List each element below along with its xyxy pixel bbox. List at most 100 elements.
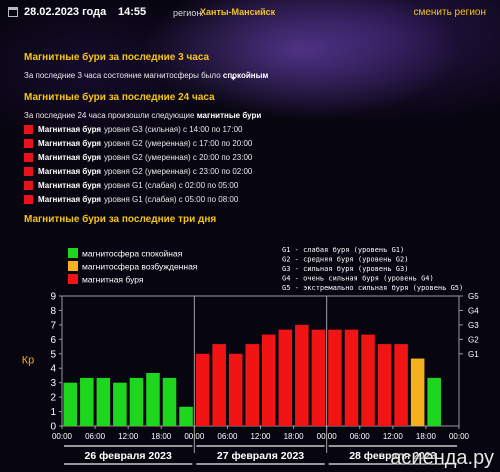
legend-swatch: [68, 274, 78, 284]
y-tick-label: 4: [50, 364, 56, 375]
g-tick-label: G5: [468, 292, 479, 301]
kp-bar: [179, 406, 193, 426]
legend-swatch: [68, 248, 78, 258]
x-tick-label: 12:00: [383, 432, 404, 441]
g-legend-item: G3 - сильная буря (уровень G3): [282, 265, 408, 273]
x-tick-label: 12:00: [250, 432, 271, 441]
top-bar: 28.02.2023 года 14:55 регион: Ханты-Манс…: [0, 0, 500, 26]
kp-bar: [96, 377, 111, 426]
storm-title: Магнитная буря: [38, 138, 102, 148]
x-tick-label: 12:00: [118, 432, 139, 441]
x-tick-label: 00:00: [449, 432, 470, 441]
current-date: 28.02.2023 года: [24, 6, 107, 18]
y-tick-label: 1: [50, 407, 56, 418]
y-axis-label: Кр: [22, 355, 35, 367]
kp-bar: [311, 329, 326, 426]
storm-marker-icon: [24, 138, 33, 148]
kp-bar: [80, 377, 94, 426]
kp-bar: [146, 372, 160, 426]
g-tick-label: G4: [468, 306, 479, 315]
y-tick-label: 8: [50, 306, 56, 317]
kp-bar: [162, 377, 177, 426]
legend-label: магнитосфера возбужденная: [82, 262, 198, 272]
calendar-icon: [8, 7, 18, 17]
x-tick-label: 18:00: [416, 432, 437, 441]
status-24-hours-text: За последние 24 часа произошли следующие: [24, 111, 195, 120]
kp-bar: [361, 334, 375, 426]
change-region-link[interactable]: сменить регион: [413, 7, 486, 18]
kp-bar: [113, 382, 127, 426]
heading-3-hours: Магнитные бури за последние 3 часа: [24, 52, 210, 63]
x-tick-label: 06:00: [85, 432, 106, 441]
list-item: Магнитная буря уровня G2 (умеренная) с 23…: [24, 164, 252, 178]
day-label: 26 февраля 2023: [85, 450, 172, 462]
y-tick-label: 6: [50, 335, 56, 346]
g-legend-item: G5 - экстремально сильная буря (уровень …: [282, 284, 463, 292]
status-3-hours-text: За последние 3 часа состояние магнитосфе…: [24, 71, 221, 80]
y-tick-label: 5: [50, 349, 56, 360]
storm-marker-icon: [24, 124, 33, 134]
storm-desc: уровня G2 (умеренная) с 17:00 по 20:00: [104, 138, 253, 148]
x-tick-label: 06:00: [217, 432, 238, 441]
kp-bar: [228, 353, 243, 426]
storm-marker-icon: [24, 152, 33, 162]
storm-list: Магнитная буря уровня G3 (сильная) с 14:0…: [24, 122, 252, 206]
g-legend-item: G4 - очень сильная буря (уровень G4): [282, 275, 434, 283]
list-item: Магнитная буря уровня G1 (слабая) с 05:00…: [24, 192, 252, 206]
kp-bar: [377, 344, 392, 426]
g-tick-label: G1: [468, 350, 479, 359]
kp-bar: [262, 334, 276, 426]
heading-3-days: Магнитные бури за последние три дня: [24, 214, 217, 225]
list-item: Магнитная буря уровня G3 (сильная) с 14:0…: [24, 122, 252, 136]
watermark: асиенда.ру: [390, 447, 494, 469]
storm-marker-icon: [24, 166, 33, 176]
x-tick-label: 00:00: [184, 432, 205, 441]
y-tick-label: 7: [50, 320, 56, 331]
y-tick-label: 0: [50, 422, 56, 433]
x-tick-label: 06:00: [350, 432, 371, 441]
x-tick-label: 18:00: [284, 432, 305, 441]
kp-bar: [427, 377, 441, 426]
status-24-hours-value: магнитные бури: [196, 111, 262, 120]
storm-marker-icon: [24, 194, 33, 204]
legend-swatch: [68, 261, 78, 271]
kp-bar: [129, 377, 144, 426]
kp-bar: [212, 344, 226, 426]
kp-bar: [245, 344, 259, 426]
list-item: Магнитная буря уровня G1 (слабая) с 02:00…: [24, 178, 252, 192]
kp-bar: [394, 344, 408, 426]
g-tick-label: G3: [468, 321, 479, 330]
storm-desc: уровня G1 (слабая) с 02:00 по 05:00: [104, 180, 239, 190]
heading-24-hours: Магнитные бури за последние 24 часа: [24, 92, 215, 103]
g-tick-label: G2: [468, 335, 479, 344]
status-24-hours: За последние 24 часа произошли следующие…: [24, 111, 261, 120]
storm-title: Магнитная буря: [38, 124, 102, 134]
y-tick-label: 3: [50, 378, 56, 389]
storm-title: Магнитная буря: [38, 194, 102, 204]
list-item: Магнитная буря уровня G2 (умеренная) с 17…: [24, 136, 252, 150]
y-tick-label: 2: [50, 393, 56, 404]
kp-bar: [410, 358, 425, 426]
storm-title: Магнитная буря: [38, 152, 102, 162]
storm-marker-icon: [24, 180, 33, 190]
sparkle-icon: ✦: [230, 74, 237, 83]
legend-label: магнитная буря: [82, 275, 144, 285]
kp-bar: [295, 324, 309, 426]
storm-title: Магнитная буря: [38, 166, 102, 176]
kp-bar: [278, 329, 293, 426]
storm-desc: уровня G2 (умеренная) с 23:00 по 02:00: [104, 166, 253, 176]
kp-bar: [195, 353, 210, 426]
y-tick-label: 9: [50, 292, 56, 303]
kp-bar: [63, 382, 78, 426]
kp-bar: [344, 329, 359, 426]
x-tick-label: 00:00: [52, 432, 73, 441]
kp-index-chart: магнитосфера спокойная магнитосфера возбу…: [22, 246, 479, 465]
day-label: 27 февраля 2023: [217, 450, 304, 462]
g-legend-item: G2 - средняя буря (уровень G2): [282, 256, 408, 264]
kp-bar: [328, 329, 342, 426]
x-tick-label: 00:00: [317, 432, 338, 441]
storm-desc: уровня G1 (слабая) с 05:00 по 08:00: [104, 194, 239, 204]
storm-desc: уровня G3 (сильная) с 14:00 по 17:00: [104, 124, 243, 134]
g-legend-item: G1 - слабая буря (уровень G1): [282, 246, 404, 254]
x-tick-label: 18:00: [151, 432, 172, 441]
